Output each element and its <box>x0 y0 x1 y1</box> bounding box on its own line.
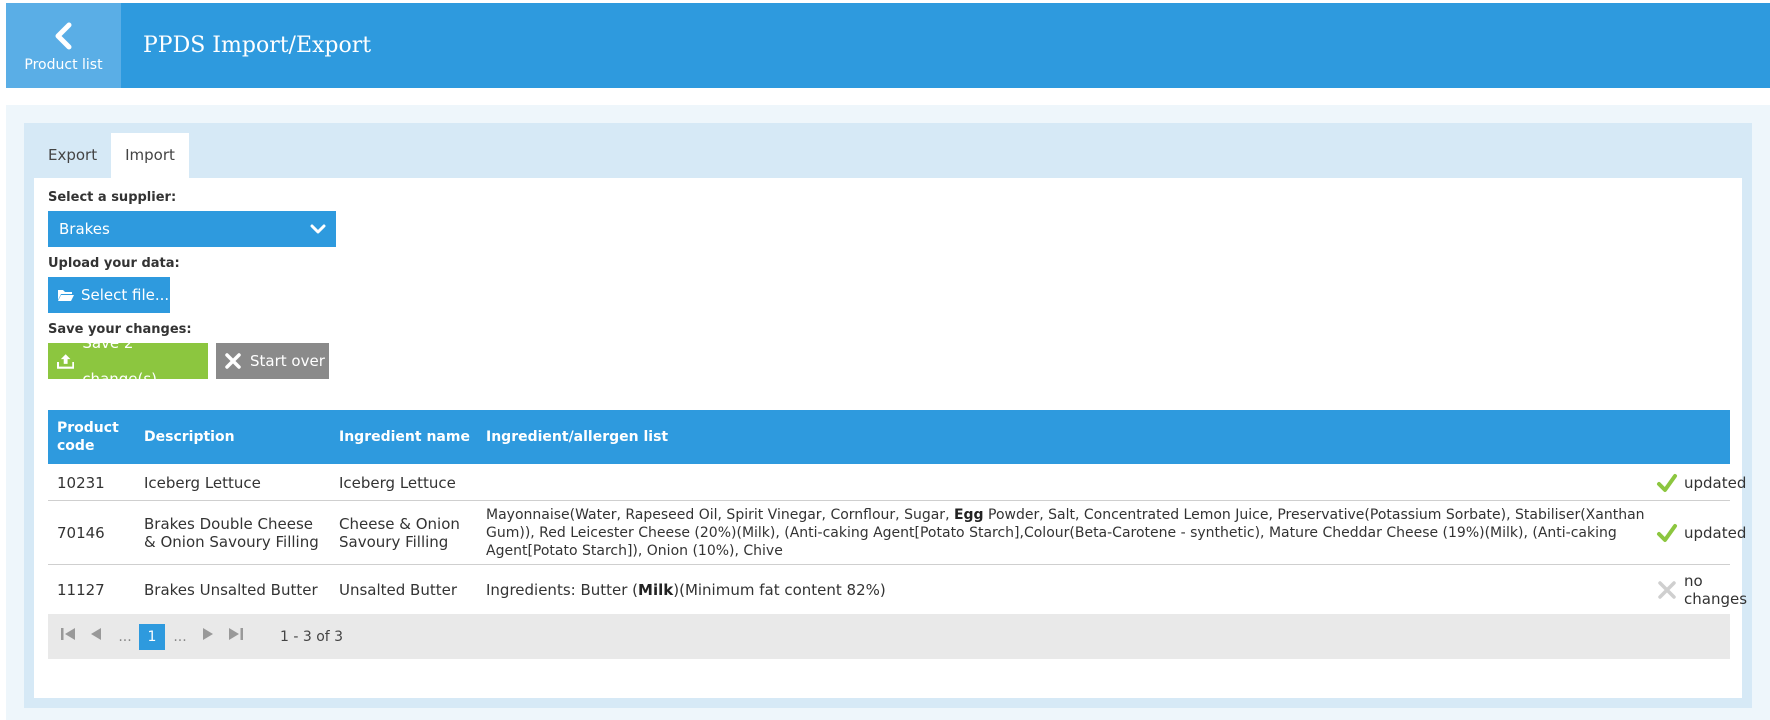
back-button-label: Product list <box>24 57 103 73</box>
pager-ellipsis-previous[interactable]: ... <box>114 626 136 648</box>
grid-pager: ... 1 ... 1 - 3 of 3 <box>48 614 1730 659</box>
ingredient-text: Ingredients: Butter ( <box>486 580 639 599</box>
ingredient-name-cell: Iceberg Lettuce <box>339 473 456 492</box>
back-to-product-list-button[interactable]: Product list <box>6 3 121 88</box>
import-panel: Select a supplier: Brakes Upload your da… <box>34 178 1748 698</box>
next-page-button[interactable] <box>198 626 218 648</box>
ingredient-text: )(Minimum fat content 82%) <box>673 580 886 599</box>
tab-strip: Export Import <box>34 133 189 178</box>
description-cell: Brakes Unsalted Butter <box>144 580 318 599</box>
tab-container: Export Import Select a supplier: Brakes … <box>24 123 1752 708</box>
product-code-cell: 10231 <box>57 473 105 492</box>
supplier-select-value: Brakes <box>59 220 110 238</box>
page-title: PPDS Import/Export <box>143 33 372 58</box>
x-icon <box>1658 580 1676 599</box>
first-page-icon <box>61 628 75 640</box>
status-cell: updated <box>1656 464 1746 501</box>
supplier-select[interactable]: Brakes <box>48 211 336 247</box>
column-header-description[interactable]: Description <box>144 410 235 464</box>
folder-open-icon <box>58 290 74 301</box>
tab-import[interactable]: Import <box>111 133 189 178</box>
start-over-button-label: Start over <box>250 352 325 370</box>
tab-export[interactable]: Export <box>34 133 112 178</box>
import-results-grid: Product code Description Ingredient name… <box>48 410 1748 659</box>
grid-header: Product code Description Ingredient name… <box>48 410 1730 464</box>
ingredient-name-cell: Cheese & Onion Savoury Filling <box>339 515 460 551</box>
current-page-button[interactable]: 1 <box>139 624 165 650</box>
upload-icon <box>57 354 75 369</box>
start-over-button[interactable]: Start over <box>216 343 329 379</box>
close-icon <box>225 353 241 369</box>
allergen-list-cell: Mayonnaise(Water, Rapeseed Oil, Spirit V… <box>486 501 1656 565</box>
description-cell: Brakes Double Cheese & Onion Savoury Fil… <box>144 515 319 551</box>
supplier-label: Select a supplier: <box>48 190 177 205</box>
next-page-icon <box>203 628 213 640</box>
ingredient-text: Mayonnaise(Water, Rapeseed Oil, Spirit V… <box>486 507 954 523</box>
column-header-product-code[interactable]: Product code <box>57 410 137 464</box>
save-changes-button[interactable]: Save 2 change(s) <box>48 334 208 388</box>
top-bar: Product list PPDS Import/Export <box>6 3 1770 88</box>
ingredient-name-cell: Unsalted Butter <box>339 580 458 599</box>
pager-ellipsis-next[interactable]: ... <box>169 626 191 648</box>
allergen-list-cell: Ingredients: Butter (Milk)(Minimum fat c… <box>486 565 1656 614</box>
previous-page-button[interactable] <box>86 626 106 648</box>
last-page-icon <box>229 628 243 640</box>
table-row[interactable]: 70146 Brakes Double Cheese & Onion Savou… <box>48 501 1746 565</box>
allergen-list-text: Mayonnaise(Water, Rapeseed Oil, Spirit V… <box>486 506 1656 560</box>
previous-page-icon <box>91 628 101 640</box>
column-header-allergen-list[interactable]: Ingredient/allergen list <box>486 410 668 464</box>
status-text: no changes <box>1684 571 1748 608</box>
product-code-cell: 11127 <box>57 580 105 599</box>
upload-label: Upload your data: <box>48 256 180 271</box>
content-area: Export Import Select a supplier: Brakes … <box>6 105 1770 720</box>
allergen-list-text: Ingredients: Butter (Milk)(Minimum fat c… <box>486 581 886 599</box>
description-cell: Iceberg Lettuce <box>144 473 261 492</box>
check-icon <box>1657 473 1677 492</box>
status-text: updated <box>1684 524 1747 542</box>
status-text: updated <box>1684 473 1747 492</box>
chevron-down-icon <box>310 224 326 234</box>
column-header-ingredient-name[interactable]: Ingredient name <box>339 410 470 464</box>
allergen-list-cell <box>486 464 1656 501</box>
table-row[interactable]: 11127 Brakes Unsalted Butter Unsalted Bu… <box>48 565 1748 614</box>
select-file-label: Select file... <box>81 286 170 304</box>
select-file-button[interactable]: Select file... <box>48 277 170 313</box>
product-code-cell: 70146 <box>57 524 105 542</box>
allergen-highlight: Milk <box>638 580 674 599</box>
table-row[interactable]: 10231 Iceberg Lettuce Iceberg Lettuce up… <box>48 464 1746 501</box>
check-icon <box>1657 524 1677 542</box>
allergen-highlight: Egg <box>953 507 984 523</box>
status-cell: no changes <box>1656 565 1748 614</box>
chevron-left-icon <box>55 22 71 50</box>
pager-info: 1 - 3 of 3 <box>280 629 344 645</box>
first-page-button[interactable] <box>58 626 78 648</box>
save-changes-button-label: Save 2 change(s) <box>82 334 158 388</box>
status-cell: updated <box>1656 501 1746 565</box>
last-page-button[interactable] <box>226 626 246 648</box>
